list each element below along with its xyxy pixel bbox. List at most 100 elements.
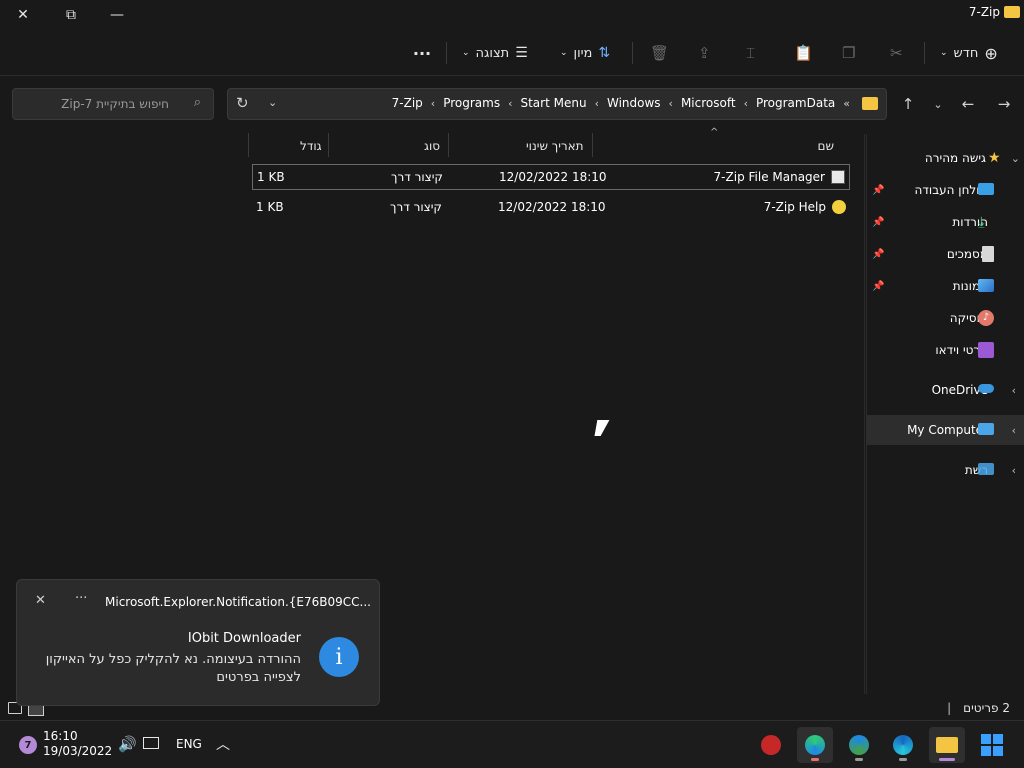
- window-title: 7-Zip: [968, 5, 1000, 19]
- column-date-label: תאריך שינוי: [526, 139, 584, 153]
- pin-icon: 📌: [872, 280, 885, 292]
- status-divider: |: [947, 701, 952, 715]
- nav-my-computer[interactable]: My Computer ‹: [866, 415, 1024, 445]
- taskbar-edge-beta[interactable]: [841, 727, 877, 763]
- delete-button[interactable]: 🗑: [650, 38, 669, 68]
- running-indicator: [899, 758, 907, 761]
- breadcrumb-7zip[interactable]: 7-Zip: [392, 96, 423, 110]
- chevron-down-icon: ⌄: [1010, 151, 1020, 165]
- back-button[interactable]: ←: [956, 92, 980, 116]
- address-dropdown-button[interactable]: ⌄: [268, 96, 277, 109]
- close-icon: ✕: [35, 593, 46, 608]
- cut-button[interactable]: ✂: [890, 38, 903, 68]
- column-header-size[interactable]: גודל: [300, 134, 322, 158]
- volume-icon[interactable]: 🔊: [118, 735, 137, 753]
- breadcrumb-windows[interactable]: Windows: [607, 96, 661, 110]
- copy-button[interactable]: ❐: [842, 38, 855, 68]
- column-separator[interactable]: [592, 133, 593, 157]
- nav-item-downloads[interactable]: 📌 הורדות ⤓: [866, 207, 1024, 237]
- pane-divider[interactable]: [864, 134, 865, 694]
- column-header-date[interactable]: תאריך שינוי: [526, 134, 584, 158]
- chevron-left-icon: ‹: [1011, 383, 1016, 397]
- help-shortcut-icon: [832, 200, 846, 214]
- clock[interactable]: 16:10 19/03/2022: [43, 729, 112, 758]
- file-type: קיצור דרך: [390, 200, 442, 214]
- nav-quick-access[interactable]: גישה מהירה ★ ⌄: [866, 143, 1024, 173]
- new-button[interactable]: ⌄ חדש ⊕: [940, 38, 998, 68]
- more-options-button[interactable]: ···: [408, 38, 436, 68]
- title-bar: ✕ ⧉ — 7-Zip: [0, 0, 1024, 30]
- search-input[interactable]: חיפוש בתיקיית 7-Zip ⌕: [12, 88, 214, 120]
- up-button[interactable]: ↑: [896, 92, 920, 116]
- paste-button[interactable]: 📋: [794, 38, 813, 68]
- taskbar-iobit-app[interactable]: [753, 727, 789, 763]
- nav-item-videos[interactable]: סרטי וידאו: [866, 335, 1024, 365]
- forward-button[interactable]: →: [992, 92, 1016, 116]
- close-button[interactable]: ✕: [0, 0, 46, 30]
- column-separator[interactable]: [448, 133, 449, 157]
- document-icon: [982, 246, 994, 262]
- notification-more-button[interactable]: ···: [75, 591, 87, 606]
- taskbar-edge[interactable]: [885, 727, 921, 763]
- breadcrumb-programs[interactable]: Programs: [443, 96, 500, 110]
- notification-badge[interactable]: 7: [19, 736, 37, 754]
- column-separator[interactable]: [328, 133, 329, 157]
- rename-button[interactable]: ⌶: [746, 38, 755, 68]
- toast-notification[interactable]: ✕ ··· Microsoft.Explorer.Notification.{E…: [16, 579, 380, 706]
- breadcrumb-microsoft[interactable]: Microsoft: [681, 96, 736, 110]
- restore-button[interactable]: ⧉: [48, 0, 94, 30]
- command-bar: ··· ⌄ תצוגה ☰ ⌄ מיון ⇅ 🗑 ⇪ ⌶ 📋 ❐ ✂ ⌄ חדש…: [0, 30, 1024, 76]
- share-button[interactable]: ⇪: [698, 38, 711, 68]
- notification-title: IObit Downloader: [187, 631, 301, 646]
- address-bar[interactable]: « ProgramData ‹ Microsoft ‹ Windows ‹ St…: [227, 88, 887, 120]
- notification-app-name: Microsoft.Explorer.Notification.{E76B09C…: [105, 595, 371, 609]
- trash-icon: 🗑: [650, 44, 670, 62]
- chevron-left-icon: ‹: [668, 96, 673, 110]
- status-bar: | 2 פריטים: [947, 701, 1010, 715]
- nav-item-music[interactable]: מוסיקה ♪: [866, 303, 1024, 333]
- network-status-icon[interactable]: [143, 737, 159, 749]
- notification-close-button[interactable]: ✕: [35, 593, 46, 608]
- nav-item-pictures[interactable]: 📌 תמונות: [866, 271, 1024, 301]
- close-icon: ✕: [17, 7, 29, 23]
- nav-onedrive[interactable]: OneDrive ‹: [866, 375, 1024, 405]
- chevron-down-icon: ⌄: [462, 48, 470, 58]
- computer-icon: [978, 423, 994, 435]
- chevron-up-icon: ︿: [216, 737, 230, 753]
- taskbar-file-explorer[interactable]: [929, 727, 965, 763]
- download-icon: ⤓: [978, 213, 985, 231]
- breadcrumb: « ProgramData ‹ Microsoft ‹ Windows ‹ St…: [392, 96, 850, 110]
- breadcrumb-start-menu[interactable]: Start Menu: [520, 96, 586, 110]
- show-hidden-icons-button[interactable]: ︿: [216, 734, 230, 754]
- start-button[interactable]: [974, 727, 1010, 763]
- recent-locations-button[interactable]: ⌄: [926, 92, 950, 116]
- file-type: קיצור דרך: [391, 170, 443, 184]
- restore-icon: ⧉: [66, 7, 76, 23]
- column-header-type[interactable]: סוג: [424, 134, 440, 158]
- column-type-label: סוג: [424, 139, 441, 153]
- folder-icon: [1004, 6, 1020, 18]
- nav-network[interactable]: רשת ‹: [866, 455, 1024, 485]
- view-button[interactable]: ⌄ תצוגה ☰: [462, 38, 528, 68]
- file-date: 12/02/2022 18:10: [499, 170, 607, 184]
- minimize-icon: —: [110, 7, 124, 23]
- sort-button[interactable]: ⌄ מיון ⇅: [560, 38, 610, 68]
- nav-item-documents[interactable]: 📌 מסמכים: [866, 239, 1024, 269]
- breadcrumb-programdata[interactable]: ProgramData: [756, 96, 835, 110]
- table-row[interactable]: 7-Zip Help 12/02/2022 18:10 קיצור דרך 1 …: [252, 195, 850, 221]
- table-row[interactable]: 7-Zip File Manager 12/02/2022 18:10 קיצו…: [252, 164, 850, 190]
- chevron-left-icon: ‹: [1011, 423, 1016, 437]
- arrow-left-icon: ←: [961, 95, 975, 113]
- file-date: 12/02/2022 18:10: [498, 200, 606, 214]
- refresh-button[interactable]: ↻: [236, 94, 249, 112]
- file-size: 1 KB: [257, 170, 285, 184]
- clock-date: 19/03/2022: [43, 744, 113, 758]
- column-separator[interactable]: [248, 133, 249, 157]
- breadcrumb-overflow[interactable]: «: [843, 97, 850, 110]
- input-language[interactable]: ENG: [176, 737, 202, 751]
- minimize-button[interactable]: —: [94, 0, 140, 30]
- nav-item-desktop[interactable]: 📌 שולחן העבודה: [866, 175, 1024, 205]
- column-header-name[interactable]: שם: [818, 134, 834, 158]
- separator: [632, 42, 633, 64]
- taskbar-edge-dev[interactable]: [797, 727, 833, 763]
